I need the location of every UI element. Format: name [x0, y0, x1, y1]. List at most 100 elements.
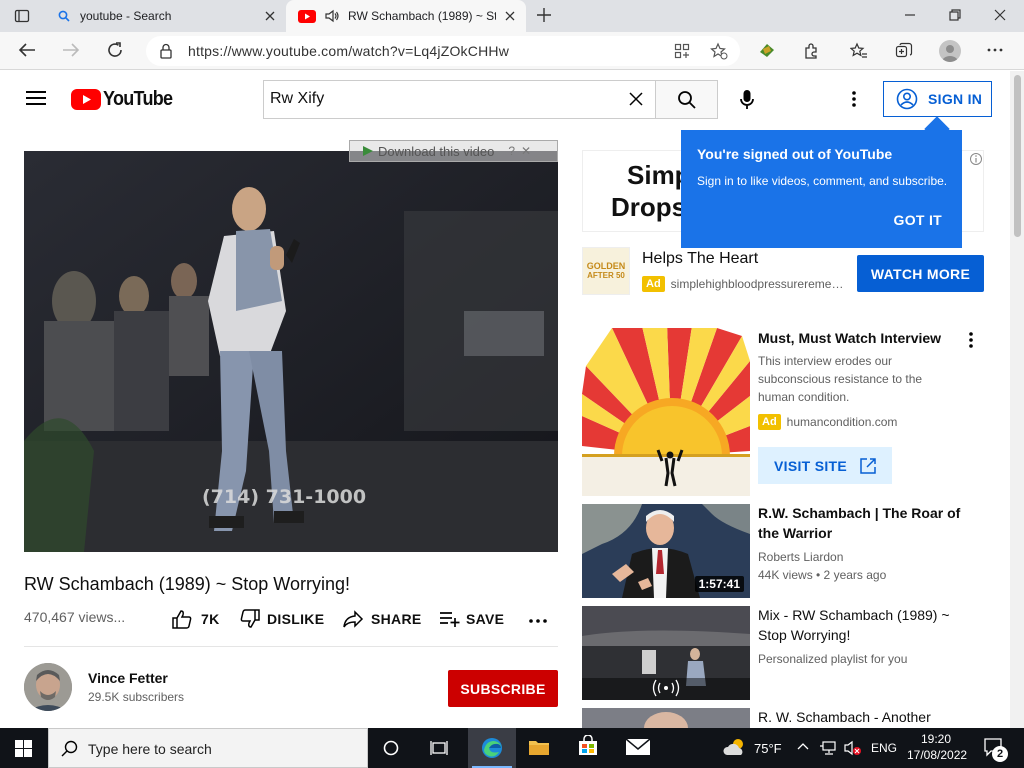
- extensions-icon[interactable]: [802, 42, 820, 60]
- taskbar-search-box[interactable]: Type here to search: [48, 728, 368, 768]
- add-favorite-icon[interactable]: [710, 42, 728, 60]
- forward-icon[interactable]: [62, 42, 80, 58]
- notification-count: 2: [992, 746, 1008, 762]
- profile-avatar-icon[interactable]: [939, 40, 961, 62]
- share-label: SHARE: [371, 611, 422, 627]
- back-icon[interactable]: [18, 42, 36, 58]
- youtube-logo[interactable]: YouTube: [71, 88, 180, 111]
- restore-icon[interactable]: [947, 7, 963, 23]
- favorites-icon[interactable]: [850, 42, 868, 60]
- ad-menu-icon[interactable]: [963, 331, 979, 349]
- weather-icon[interactable]: [723, 737, 747, 757]
- taskbar-search-placeholder: Type here to search: [88, 741, 212, 757]
- clear-search-icon[interactable]: [628, 91, 644, 107]
- scrollbar-thumb[interactable]: [1014, 75, 1021, 237]
- mix-title[interactable]: Mix - RW Schambach (1989) ~ Stop Worryin…: [758, 605, 968, 645]
- close-icon[interactable]: [262, 8, 278, 24]
- tab-actions-icon[interactable]: [14, 8, 30, 24]
- speaker-icon[interactable]: [324, 9, 340, 23]
- save-button[interactable]: SAVE: [439, 609, 504, 629]
- like-button[interactable]: 7K: [171, 609, 220, 629]
- search-icon: [677, 90, 697, 110]
- language-indicator[interactable]: ENG: [871, 741, 897, 755]
- video-player[interactable]: (714) 731-1000: [24, 151, 558, 552]
- related-title[interactable]: R.W. Schambach | The Roar of the Warrior: [758, 503, 968, 543]
- logo-line2: AFTER 50: [587, 271, 625, 280]
- external-link-icon: [859, 457, 877, 475]
- cortana-icon[interactable]: [383, 740, 399, 756]
- watch-more-button[interactable]: WATCH MORE: [857, 255, 984, 292]
- windows-start-icon[interactable]: [15, 740, 32, 757]
- visit-site-label: VISIT SITE: [774, 457, 848, 474]
- chevron-up-icon[interactable]: [797, 741, 809, 753]
- search-button[interactable]: [655, 80, 718, 119]
- channel-avatar[interactable]: [24, 663, 72, 711]
- tab-youtube-search[interactable]: youtube - Search: [44, 0, 286, 32]
- clock[interactable]: 19:20 17/08/2022: [907, 731, 968, 763]
- close-icon[interactable]: [502, 8, 518, 24]
- search-query[interactable]: Rw Xify: [270, 90, 324, 108]
- microphone-icon[interactable]: [739, 89, 755, 111]
- ad-badge: Ad: [642, 276, 665, 292]
- dislike-button[interactable]: DISLIKE: [239, 609, 324, 629]
- collections-icon[interactable]: [895, 42, 913, 60]
- volume-muted-icon[interactable]: [844, 740, 862, 756]
- minimize-icon[interactable]: [902, 7, 918, 23]
- sign-in-button[interactable]: SIGN IN: [883, 81, 992, 117]
- got-it-button[interactable]: GOT IT: [894, 212, 942, 228]
- ad2-title[interactable]: Must, Must Watch Interview: [758, 328, 941, 348]
- golden-after-50-logo[interactable]: GOLDEN AFTER 50: [582, 247, 630, 295]
- clock-date: 17/08/2022: [907, 748, 968, 762]
- related-title[interactable]: R. W. Schambach - Another: [758, 707, 968, 728]
- view-count[interactable]: 470,467 views...: [24, 609, 125, 625]
- mix-thumbnail[interactable]: [582, 606, 750, 700]
- help-icon[interactable]: ?: [508, 144, 515, 158]
- related-thumbnail[interactable]: 1:57:41: [582, 504, 750, 598]
- account-icon: [896, 88, 918, 110]
- microsoft-store-icon[interactable]: [577, 735, 599, 757]
- related-thumbnail[interactable]: [582, 708, 750, 728]
- related-meta: 44K views • 2 years ago: [758, 568, 887, 582]
- related-channel[interactable]: Roberts Liardon: [758, 548, 843, 566]
- ad-title[interactable]: Helps The Heart: [642, 250, 758, 268]
- visit-site-button[interactable]: VISIT SITE: [758, 447, 892, 484]
- ad-info-icon[interactable]: [969, 152, 983, 166]
- app-available-icon[interactable]: [674, 43, 690, 59]
- share-button[interactable]: SHARE: [342, 609, 422, 629]
- search-icon: [61, 740, 78, 757]
- more-options-icon[interactable]: [846, 90, 862, 108]
- popup-title: You're signed out of YouTube: [697, 146, 893, 162]
- channel-name[interactable]: Vince Fetter: [88, 670, 168, 686]
- close-window-icon[interactable]: [992, 7, 1008, 23]
- weather-temp[interactable]: 75°F: [754, 741, 782, 756]
- tab-rw-schambach[interactable]: RW Schambach (1989) ~ Stop Worrying!: [286, 0, 526, 32]
- settings-more-icon[interactable]: [986, 41, 1004, 59]
- mail-icon[interactable]: [625, 738, 651, 756]
- subscribe-button[interactable]: SUBSCRIBE: [448, 670, 558, 707]
- task-view-icon[interactable]: [430, 740, 448, 756]
- ad2-description: This interview erodes our subconscious r…: [758, 354, 923, 404]
- video-title: RW Schambach (1989) ~ Stop Worrying!: [24, 574, 350, 594]
- network-icon[interactable]: [819, 740, 837, 756]
- share-icon: [342, 609, 364, 629]
- download-video-overlay[interactable]: Download this video ? ✕: [349, 140, 558, 162]
- taskbar-edge-active[interactable]: [468, 728, 516, 768]
- edge-icon: [481, 737, 503, 759]
- play-icon: [362, 145, 374, 157]
- logo-line1: GOLDEN: [586, 261, 626, 271]
- refresh-icon[interactable]: [106, 41, 124, 59]
- file-explorer-icon[interactable]: [528, 737, 550, 757]
- popup-body: Sign in to like videos, comment, and sub…: [697, 174, 948, 188]
- tab-title: RW Schambach (1989) ~ Stop Worrying!: [348, 9, 496, 23]
- more-actions-icon[interactable]: [528, 614, 548, 628]
- subscribe-label: SUBSCRIBE: [460, 680, 546, 697]
- download-overlay-label: Download this video: [378, 143, 495, 159]
- sunrise-ad-thumbnail[interactable]: [582, 328, 750, 496]
- hamburger-menu-icon[interactable]: [26, 90, 46, 106]
- extension-icon[interactable]: [757, 41, 777, 59]
- url-text[interactable]: https://www.youtube.com/watch?v=Lq4jZOkC…: [188, 43, 509, 59]
- new-tab-icon[interactable]: [536, 7, 552, 23]
- close-overlay-icon[interactable]: ✕: [521, 144, 531, 158]
- banner-ad-line2: Drops: [611, 192, 687, 222]
- lock-icon[interactable]: [160, 43, 172, 59]
